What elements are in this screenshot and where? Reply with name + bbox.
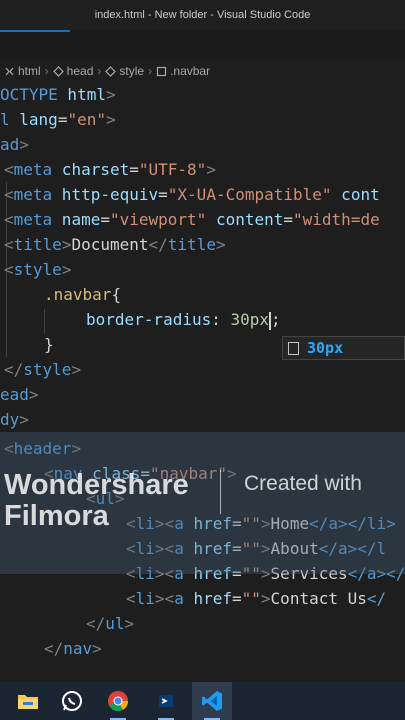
- app-icon: [159, 695, 173, 707]
- taskbar-item-explorer[interactable]: [8, 682, 48, 720]
- code-line-9: .navbar{: [44, 285, 122, 304]
- html-tag-icon: [52, 65, 64, 77]
- code-line-13: ead>: [0, 385, 39, 404]
- whatsapp-icon: [62, 691, 82, 711]
- watermark-divider: [220, 470, 221, 514]
- code-line-23: </nav>: [44, 639, 102, 658]
- breadcrumb-item-style[interactable]: style ›: [101, 64, 152, 78]
- breadcrumb-label: html: [18, 64, 41, 78]
- autocomplete-suggestion[interactable]: 30px: [282, 336, 405, 360]
- html-tag-icon: [5, 67, 14, 75]
- code-line-2: l lang="en">: [0, 110, 116, 129]
- indent-guide: [44, 309, 45, 334]
- code-line-4: <meta charset="UTF-8">: [4, 160, 216, 179]
- code-editor[interactable]: OCTYPE html> l lang="en"> ad> <meta char…: [0, 82, 405, 682]
- watermark-brand-line1: Wondershare: [4, 469, 189, 501]
- breadcrumb-label: head: [66, 64, 94, 78]
- chrome-icon: [108, 691, 129, 712]
- css-value-icon: [288, 341, 299, 355]
- breadcrumb-item-html[interactable]: html ›: [0, 64, 49, 78]
- watermark-brand-line2: Filmora: [4, 500, 109, 532]
- breadcrumb: html › head › style › .navbar: [0, 60, 405, 82]
- watermark-created-text: Created with: [244, 472, 362, 495]
- code-line-10: border-radius: 30px;: [86, 310, 281, 330]
- code-line-7: <title>Document</title>: [4, 235, 226, 254]
- vscode-icon: [202, 691, 222, 711]
- breadcrumb-label: style: [119, 64, 145, 78]
- window-title: index.html - New folder - Visual Studio …: [0, 0, 405, 30]
- code-line-14: dy>: [0, 410, 29, 429]
- taskbar-item-app[interactable]: [146, 682, 186, 720]
- css-selector-icon: [156, 66, 167, 76]
- taskbar-item-vscode[interactable]: [192, 682, 232, 720]
- taskbar-item-whatsapp[interactable]: [52, 682, 92, 720]
- code-line-11: }: [44, 335, 54, 354]
- code-line-21: <li><a href="">Contact Us</: [126, 589, 387, 608]
- suggestion-label: 30px: [307, 339, 344, 357]
- breadcrumb-item-head[interactable]: head ›: [49, 64, 101, 78]
- file-explorer-icon: [18, 695, 38, 709]
- taskbar: [0, 682, 405, 720]
- breadcrumb-item-navbar[interactable]: .navbar: [152, 64, 210, 78]
- active-tab-indicator: [0, 30, 70, 32]
- taskbar-item-chrome[interactable]: [98, 682, 138, 720]
- code-line-3: ad>: [0, 135, 29, 154]
- watermark-brand: Wondershare Filmora: [4, 470, 189, 532]
- code-line-8: <style>: [4, 260, 72, 279]
- code-line-1: OCTYPE html>: [0, 85, 116, 104]
- code-line-6: <meta name="viewport" content="width=de: [4, 210, 380, 229]
- code-line-22: </ul>: [86, 614, 135, 633]
- code-line-12: </style>: [4, 360, 82, 379]
- code-line-5: <meta http-equiv="X-UA-Compatible" cont: [4, 185, 380, 204]
- breadcrumb-label: .navbar: [170, 64, 211, 78]
- html-tag-icon: [105, 65, 117, 77]
- tab-bar: [0, 30, 405, 60]
